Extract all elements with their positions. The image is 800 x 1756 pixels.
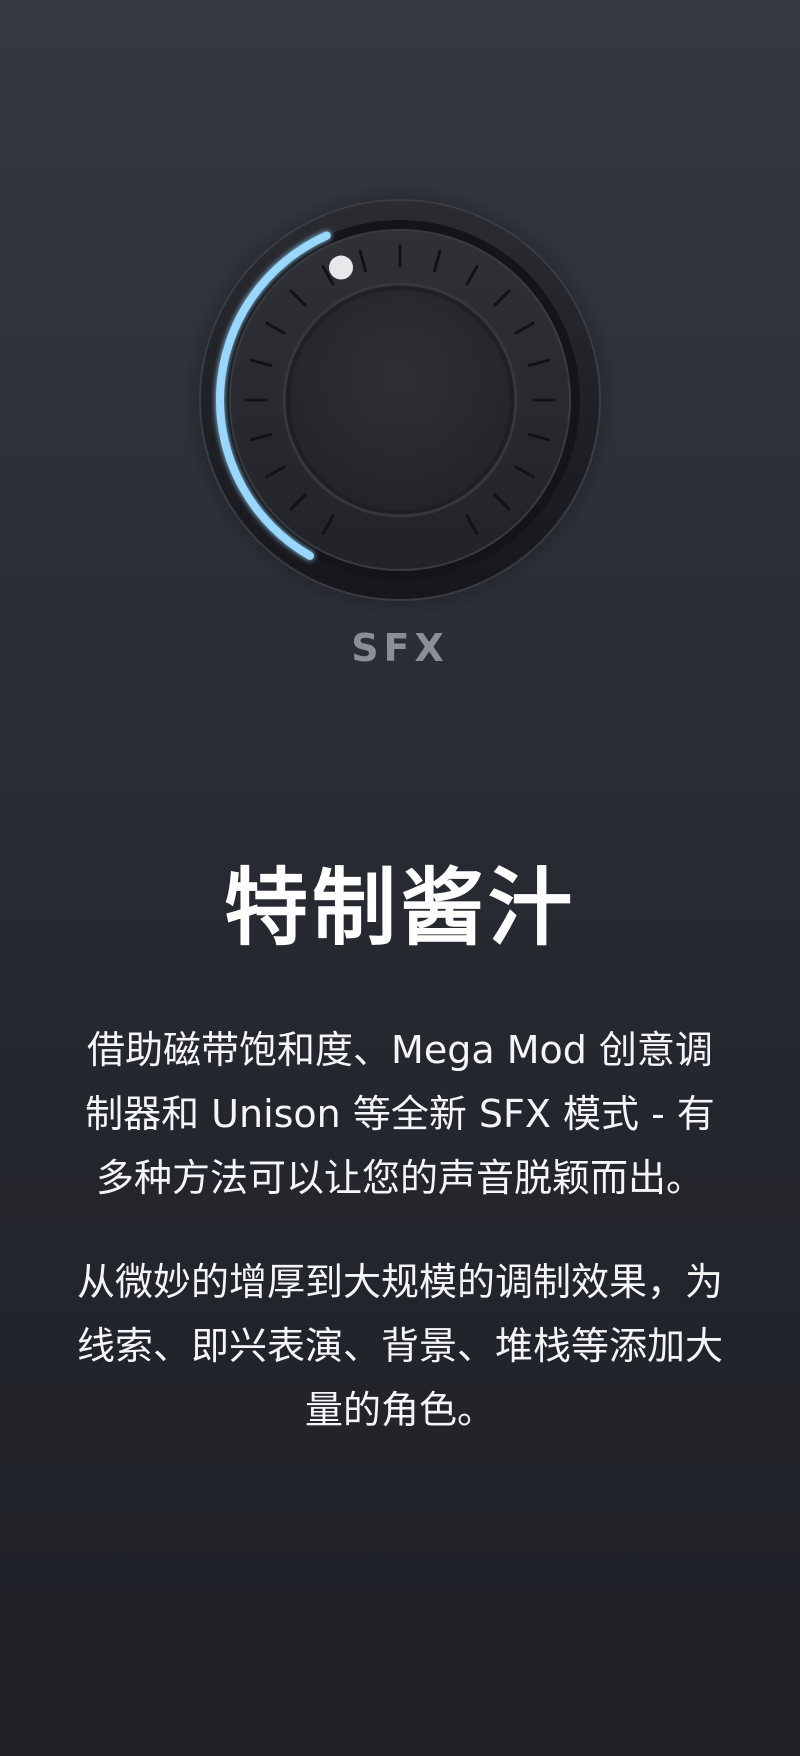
sfx-knob[interactable] (180, 180, 620, 620)
description-paragraph-1: 借助磁带饱和度、Mega Mod 创意调制器和 Unison 等全新 SFX 模… (85, 1028, 715, 1200)
section-title: 特制酱汁 (223, 859, 576, 957)
knob-indicator-dot (329, 255, 354, 280)
sfx-knob-section: SFX (0, 0, 800, 720)
knob-cap (282, 282, 518, 518)
knob-label: SFX (351, 626, 449, 670)
description-paragraph-2: 从微妙的增厚到大规模的调制效果，为线索、即兴表演、背景、堆栈等添加大量的角色。 (76, 1260, 723, 1432)
